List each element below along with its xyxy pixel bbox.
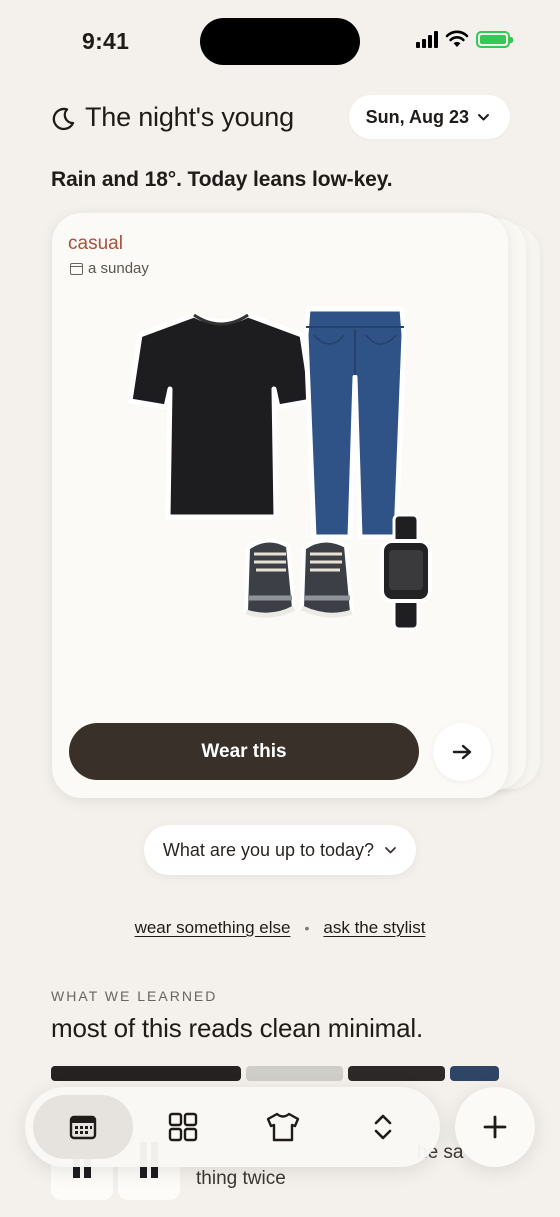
ask-stylist-link[interactable]: ask the stylist xyxy=(323,918,425,938)
palette-segment xyxy=(348,1066,445,1081)
tab-bar xyxy=(25,1087,440,1167)
dynamic-island xyxy=(200,18,360,65)
palette-segment xyxy=(51,1066,241,1081)
plans-select[interactable]: What are you up to today? xyxy=(144,825,416,875)
status-icons xyxy=(416,30,513,48)
color-palette-bar xyxy=(51,1066,509,1081)
occasion-date: a sunday xyxy=(70,260,149,277)
next-outfit-button[interactable] xyxy=(433,723,491,781)
occasion-day-label: a sunday xyxy=(88,260,149,277)
status-time: 9:41 xyxy=(82,28,130,54)
wifi-icon xyxy=(445,30,469,47)
battery-icon xyxy=(476,30,513,48)
page-title: The night's young xyxy=(85,102,294,132)
grid-icon xyxy=(168,1112,198,1142)
arrow-right-icon xyxy=(452,744,472,760)
tshirt-icon xyxy=(266,1112,300,1142)
plus-icon xyxy=(483,1115,507,1139)
wear-something-else-link[interactable]: wear something else xyxy=(135,918,291,938)
chevrons-updown-icon xyxy=(374,1114,392,1140)
blue-jeans-image[interactable] xyxy=(300,305,410,543)
status-bar: 9:41 xyxy=(0,0,560,80)
tab-calendar[interactable] xyxy=(33,1095,133,1159)
cellular-signal-icon xyxy=(416,30,438,48)
occasion-label: casual xyxy=(68,233,123,254)
palette-segment xyxy=(246,1066,343,1081)
palette-segment xyxy=(450,1066,499,1081)
grey-sneakers-image[interactable] xyxy=(238,528,358,628)
alt-actions: wear something else • ask the stylist xyxy=(0,918,560,938)
insight-peek-text: thing twice xyxy=(196,1168,286,1189)
black-tshirt-image[interactable] xyxy=(126,309,316,524)
chevron-down-icon xyxy=(385,846,396,853)
tab-wardrobe-grid[interactable] xyxy=(133,1095,233,1159)
weather-summary: Rain and 18°. Today leans low-key. xyxy=(51,168,393,191)
wear-this-button[interactable]: Wear this xyxy=(69,723,419,780)
add-item-button[interactable] xyxy=(455,1087,535,1167)
calendar-mini-icon xyxy=(70,262,83,275)
outfit-card[interactable]: casual a sunday Wear this xyxy=(52,213,508,798)
insights-heading: most of this reads clean minimal. xyxy=(51,1013,423,1043)
black-watch-image[interactable] xyxy=(378,513,434,631)
tab-clothes[interactable] xyxy=(233,1095,333,1159)
calendar-icon xyxy=(69,1115,97,1140)
chevron-down-icon xyxy=(478,113,489,120)
plans-select-label: What are you up to today? xyxy=(162,839,375,860)
header: The night's young Sun, Aug 23 xyxy=(50,95,510,140)
date-picker-button[interactable]: Sun, Aug 23 xyxy=(348,95,510,139)
tab-sort[interactable] xyxy=(333,1095,433,1159)
moon-icon xyxy=(52,107,75,131)
section-label: WHAT WE LEARNED xyxy=(51,988,218,1004)
link-separator: • xyxy=(304,920,310,936)
date-label: Sun, Aug 23 xyxy=(365,106,469,127)
